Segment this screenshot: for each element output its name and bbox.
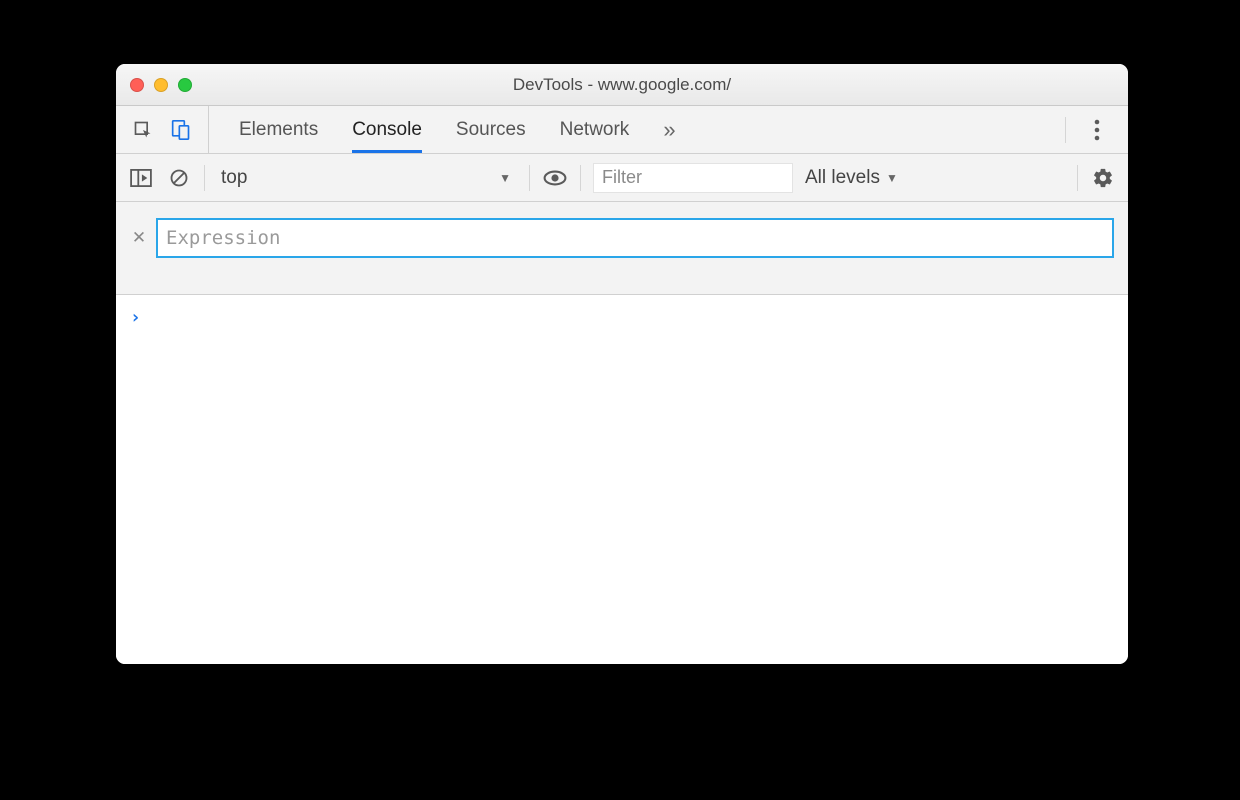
titlebar: DevTools - www.google.com/ [116,64,1128,106]
inspect-element-icon[interactable] [130,117,156,143]
close-button[interactable] [130,78,144,92]
main-tabs-row: Elements Console Sources Network » [116,106,1128,154]
clear-console-icon[interactable] [166,165,192,191]
execution-context-label: top [221,167,247,189]
divider [580,165,581,191]
divider [529,165,530,191]
zoom-button[interactable] [178,78,192,92]
divider [204,165,205,191]
minimize-button[interactable] [154,78,168,92]
tabs-overflow-icon[interactable]: » [663,106,675,153]
dropdown-caret-icon: ▼ [499,171,511,185]
tab-network[interactable]: Network [560,106,630,153]
window-title: DevTools - www.google.com/ [116,75,1128,95]
live-expression-row: ✕ [116,202,1128,295]
divider [1077,165,1078,191]
log-levels-label: All levels [805,167,880,189]
toggle-sidebar-icon[interactable] [128,165,154,191]
dropdown-caret-icon: ▼ [886,171,898,185]
settings-gear-icon[interactable] [1090,165,1116,191]
live-expression-input[interactable] [156,218,1114,258]
tab-elements[interactable]: Elements [239,106,318,153]
console-toolbar: top ▼ All levels ▼ [116,154,1128,202]
close-icon[interactable]: ✕ [130,228,148,248]
execution-context-select[interactable]: top ▼ [217,164,517,192]
filter-input[interactable] [593,163,793,193]
console-prompt-icon: › [130,307,141,328]
live-expression-icon[interactable] [542,165,568,191]
device-toolbar-icon[interactable] [168,117,194,143]
tab-console[interactable]: Console [352,106,422,153]
tab-sources[interactable]: Sources [456,106,526,153]
kebab-menu-icon[interactable] [1084,117,1110,143]
devtools-window: DevTools - www.google.com/ Elements Cons… [116,64,1128,664]
window-controls [130,78,192,92]
divider [1065,117,1066,143]
console-output[interactable]: › [116,295,1128,664]
log-levels-select[interactable]: All levels ▼ [805,167,898,189]
